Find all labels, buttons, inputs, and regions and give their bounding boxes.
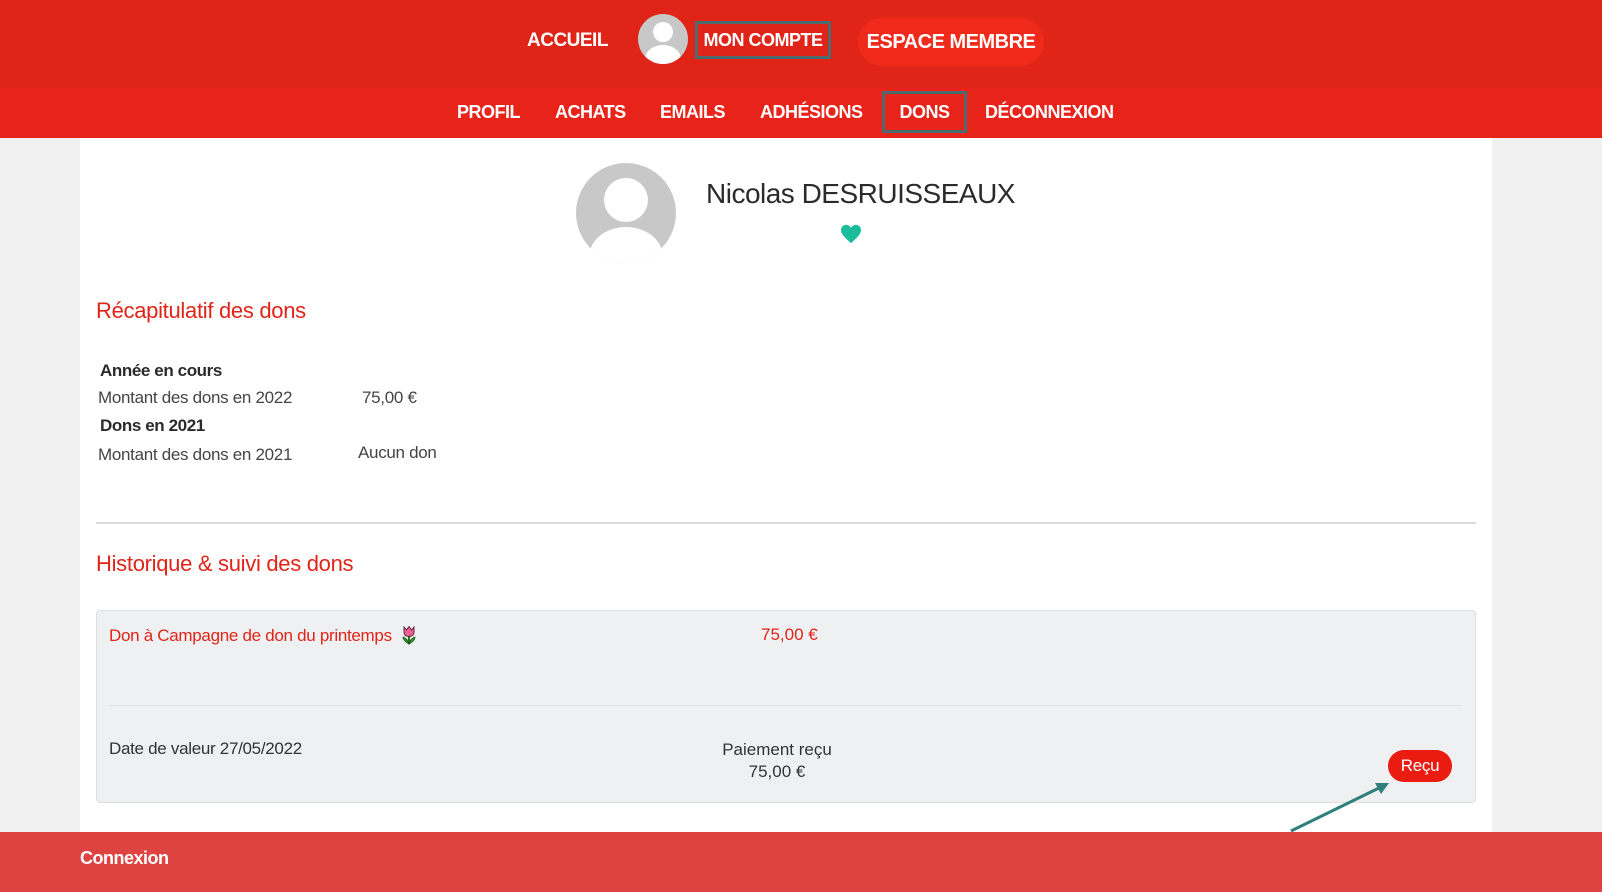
footer-connexion-link[interactable]: Connexion [80,848,169,869]
section-divider [96,522,1476,524]
annotation-arrow-icon [1290,783,1389,833]
tab-adhesions[interactable]: ADHÉSIONS [760,102,863,123]
nav-accueil-link[interactable]: ACCUEIL [527,30,608,52]
history-section-title: Historique & suivi des dons [96,551,354,576]
recap-section-title: Récapitulatif des dons [96,298,306,323]
tab-profil[interactable]: PROFIL [457,102,521,123]
tab-deconnexion[interactable]: DÉCONNEXION [985,102,1114,123]
tab-dons[interactable]: DONS [882,91,967,133]
current-amount-value: 75,00 € [362,388,417,407]
current-amount-label: Montant des dons en 2022 [98,388,293,407]
nav-mon-compte-link[interactable]: MON COMPTE [695,21,831,59]
tab-achats[interactable]: ACHATS [555,102,626,123]
donation-title-link[interactable]: Don à Campagne de don du printemps [109,625,418,646]
espace-membre-button[interactable]: ESPACE MEMBRE [858,18,1044,66]
donation-card: Don à Campagne de don du printemps 75,00… [96,610,1476,803]
footer: Connexion [0,832,1602,892]
profile-avatar-icon [576,163,676,263]
account-content: Nicolas DESRUISSEAUX Récapitulatif des d… [80,138,1492,832]
current-year-heading: Année en cours [100,361,222,380]
account-sub-navigation: PROFIL ACHATS EMAILS ADHÉSIONS DONS DÉCO… [0,88,1602,138]
top-navigation: ACCUEIL MON COMPTE ESPACE MEMBRE [0,0,1602,88]
previous-year-heading: Dons en 2021 [100,416,205,435]
donation-amount: 75,00 € [761,625,818,644]
donation-title[interactable]: Don à Campagne de don du printemps [109,626,392,645]
tab-emails[interactable]: EMAILS [660,102,726,123]
donation-date: Date de valeur 27/05/2022 [109,739,302,758]
previous-amount-label: Montant des dons en 2021 [98,445,293,464]
payment-status-label: Paiement reçu [722,740,832,759]
previous-amount-value: Aucun don [358,443,437,462]
profile-name: Nicolas DESRUISSEAUX [706,178,1015,209]
tulip-icon [402,625,416,645]
user-avatar-icon[interactable] [638,14,688,64]
card-divider [109,705,1461,706]
payment-status-amount: 75,00 € [748,762,806,781]
payment-status: Paiement reçu 75,00 € [697,739,857,783]
heart-icon [841,224,861,244]
